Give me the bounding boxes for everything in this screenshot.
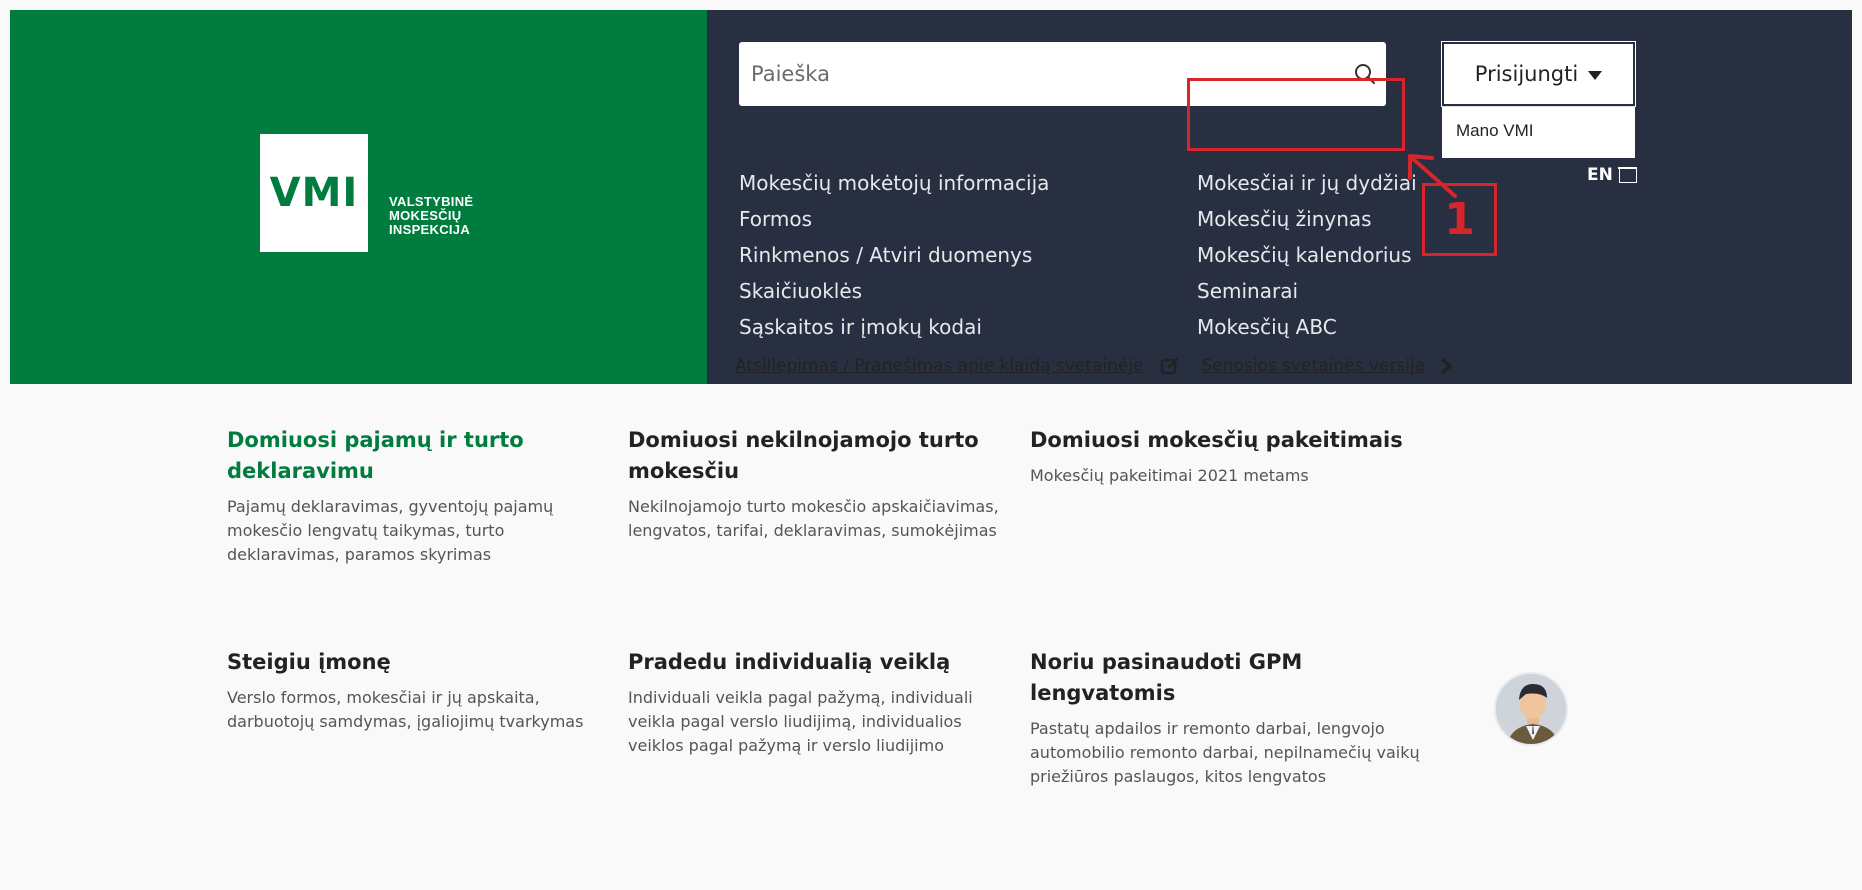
card-title[interactable]: Steigiu įmonę [227,647,607,678]
language-switch[interactable]: EN [1587,165,1637,185]
feedback-link[interactable]: Atsiliepimas / Pranešimas apie klaidą sv… [735,356,1144,376]
nav-link[interactable]: Formos [739,201,1049,237]
assistant-avatar-icon [1496,674,1566,744]
card-start-company[interactable]: Steigiu įmonę Verslo formos, mokesčiai i… [227,647,607,734]
card-title[interactable]: Domiuosi mokesčių pakeitimais [1030,425,1450,456]
vmi-logo[interactable]: VMI [260,134,368,252]
utility-links: Atsiliepimas / Pranešimas apie klaidą sv… [735,356,1453,376]
old-site-link[interactable]: Senosios svetainės versija [1202,356,1426,376]
card-tax-changes[interactable]: Domiuosi mokesčių pakeitimais Mokesčių p… [1030,425,1450,488]
card-title[interactable]: Domiuosi nekilnojamojo turto mokesčiu [628,425,1008,487]
card-description: Pastatų apdailos ir remonto darbai, leng… [1030,719,1420,786]
chat-assistant-avatar[interactable] [1494,672,1568,746]
nav-column-right: Mokesčiai ir jų dydžiai Mokesčių žinynas… [1197,165,1417,345]
card-description: Mokesčių pakeitimai 2021 metams [1030,466,1309,485]
nav-link[interactable]: Mokesčių mokėtojų informacija [739,165,1049,201]
login-button[interactable]: Prisijungti [1441,41,1636,107]
accessibility-icon [1618,167,1637,183]
card-title[interactable]: Pradedu individualią veiklą [628,647,1008,678]
card-real-estate-tax[interactable]: Domiuosi nekilnojamojo turto mokesčiu Ne… [628,425,1008,543]
site-header: VMI VALSTYBINĖ MOKESČIŲ INSPEKCIJA Prisi… [10,10,1852,384]
logo-subtitle-line: INSPEKCIJA [389,222,471,237]
dropdown-item-label: Mano VMI [1456,121,1534,140]
caret-down-icon [1588,70,1603,80]
nav-link[interactable]: Sąskaitos ir įmokų kodai [739,309,1049,345]
logo-subtitle: VALSTYBINĖ MOKESČIŲ INSPEKCIJA [389,195,473,237]
nav-link[interactable]: Mokesčių žinynas [1197,201,1417,237]
nav-link[interactable]: Mokesčių ABC [1197,309,1417,345]
card-description: Verslo formos, mokesčiai ir jų apskaita,… [227,688,584,731]
card-description: Pajamų deklaravimas, gyventojų pajamų mo… [227,497,554,564]
card-income-declaration[interactable]: Domiuosi pajamų ir turto deklaravimu Paj… [227,425,607,567]
edit-icon[interactable] [1160,356,1180,376]
nav-link[interactable]: Mokesčių kalendorius [1197,237,1417,273]
login-label: Prisijungti [1474,62,1579,86]
annotation-highlight-box [1187,78,1405,151]
card-gpm-benefits[interactable]: Noriu pasinaudoti GPM lengvatomis Pastat… [1030,647,1450,789]
nav-link[interactable]: Mokesčiai ir jų dydžiai [1197,165,1417,201]
language-label: EN [1587,165,1613,185]
card-title[interactable]: Domiuosi pajamų ir turto deklaravimu [227,425,607,487]
chevron-right-icon[interactable] [1439,357,1453,375]
logo-panel: VMI VALSTYBINĖ MOKESČIŲ INSPEKCIJA [10,10,707,384]
card-title[interactable]: Noriu pasinaudoti GPM lengvatomis [1030,647,1450,709]
nav-link[interactable]: Seminarai [1197,273,1417,309]
card-individual-activity[interactable]: Pradedu individualią veiklą Individuali … [628,647,1008,758]
logo-subtitle-line: VALSTYBINĖ [389,194,474,209]
nav-link[interactable]: Rinkmenos / Atviri duomenys [739,237,1049,273]
card-description: Individuali veikla pagal pažymą, individ… [628,688,973,755]
logo-mark: VMI [269,170,359,216]
annotation-number: 1 [1422,183,1497,256]
nav-link[interactable]: Skaičiuoklės [739,273,1049,309]
nav-panel: Prisijungti Mano VMI Mokesčių mokėtojų i… [707,10,1852,384]
nav-column-left: Mokesčių mokėtojų informacija Formos Rin… [739,165,1049,345]
logo-subtitle-line: MOKESČIŲ [389,208,462,223]
card-description: Nekilnojamojo turto mokesčio apskaičiavi… [628,497,999,540]
